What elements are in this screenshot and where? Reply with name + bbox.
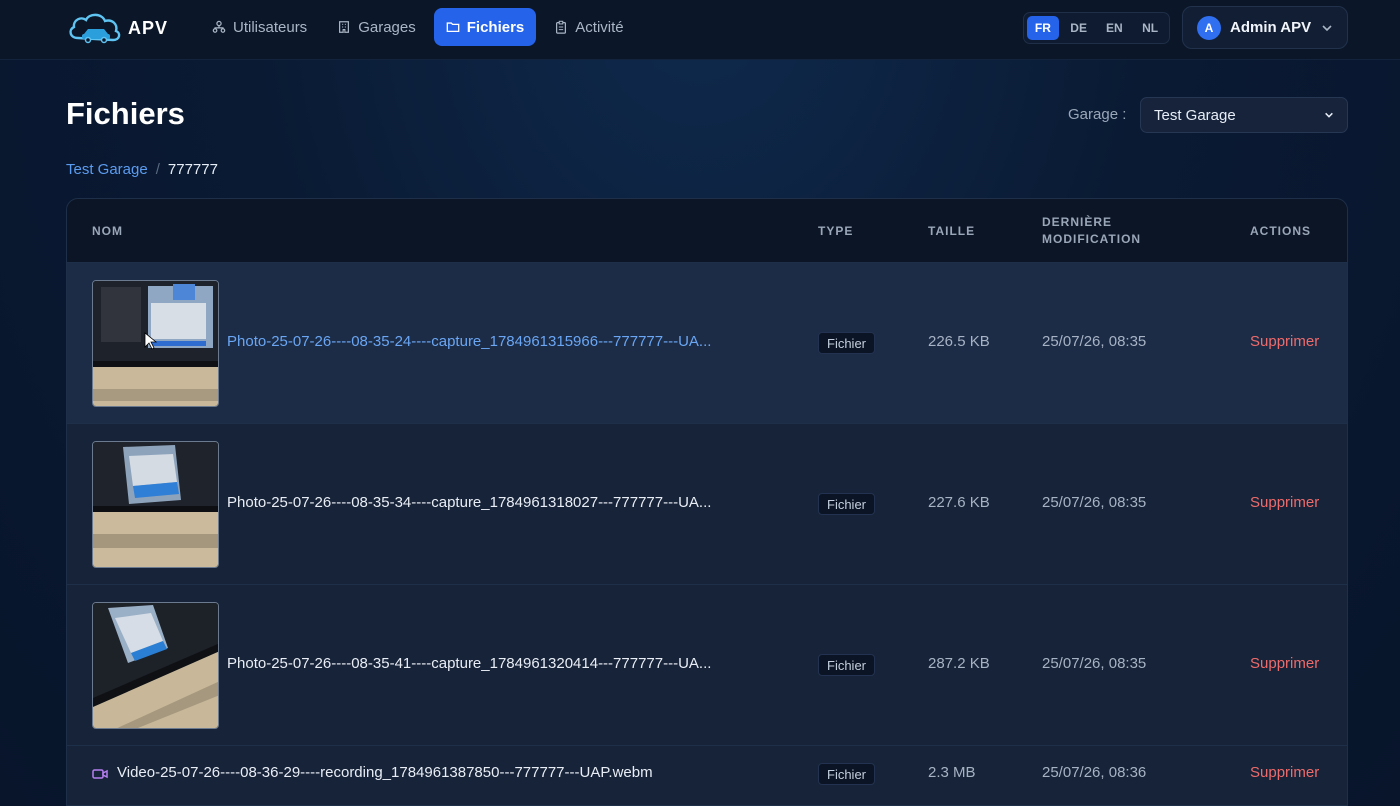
file-thumbnail[interactable]	[92, 602, 219, 729]
file-name-link[interactable]: Video-25-07-26----08-36-29----recording_…	[117, 764, 653, 781]
nav-label: Fichiers	[466, 18, 525, 36]
garage-select-value: Test Garage	[1154, 106, 1236, 124]
users-icon	[212, 20, 226, 33]
folder-icon	[446, 22, 460, 33]
chevron-down-icon	[1325, 112, 1333, 118]
table-row[interactable]: Photo-25-07-26----08-35-24----capture_17…	[67, 263, 1347, 424]
files-table: NOM TYPE TAILLE DERNIÈRE MODIFICATION AC…	[66, 198, 1348, 806]
file-modified: 25/07/26, 08:35	[1042, 333, 1147, 350]
lang-de-button[interactable]: DE	[1063, 16, 1095, 40]
breadcrumb-current: 777777	[167, 161, 218, 178]
cloud-car-logo-icon	[69, 13, 121, 44]
user-name: Admin APV	[1230, 19, 1312, 36]
file-type-badge: Fichier	[818, 654, 876, 676]
file-name-link[interactable]: Photo-25-07-26----08-35-34----capture_17…	[227, 494, 711, 511]
delete-button[interactable]: Supprimer	[1250, 655, 1319, 672]
breadcrumb: Test Garage / 777777	[66, 161, 218, 178]
apv-logo[interactable]: APV	[66, 8, 176, 48]
breadcrumb-separator: /	[155, 161, 160, 178]
file-thumbnail[interactable]	[92, 280, 219, 407]
file-name-link[interactable]: Photo-25-07-26----08-35-24----capture_17…	[227, 333, 711, 350]
file-type-badge: Fichier	[818, 332, 876, 354]
nav-label: Utilisateurs	[233, 18, 308, 36]
table-row[interactable]: Video-25-07-26----08-36-29----recording_…	[67, 746, 1347, 806]
file-size: 226.5 KB	[928, 333, 990, 350]
lang-fr-button[interactable]: FR	[1027, 16, 1059, 40]
nav-item-fichiers[interactable]: Fichiers	[433, 8, 537, 46]
column-header-actions: ACTIONS	[1250, 224, 1311, 238]
nav-item-garages[interactable]: Garages	[325, 8, 428, 46]
delete-button[interactable]: Supprimer	[1250, 494, 1319, 511]
main-nav: Utilisateurs Garages Fichiers Activité	[200, 8, 636, 46]
column-header-modified-line2: MODIFICATION	[1042, 232, 1142, 246]
file-size: 227.6 KB	[928, 494, 990, 511]
column-header-type: TYPE	[818, 224, 854, 238]
user-menu-button[interactable]: A Admin APV	[1182, 6, 1348, 49]
column-header-modified-line1: DERNIÈRE	[1042, 215, 1113, 229]
file-type-badge: Fichier	[818, 493, 876, 515]
building-icon	[339, 21, 350, 33]
garage-filter-label: Garage :	[1068, 106, 1127, 123]
delete-button[interactable]: Supprimer	[1250, 333, 1319, 350]
brand-name: APV	[128, 17, 169, 38]
top-navbar: APV Utilisateurs Garages Fichiers Activi…	[0, 0, 1400, 60]
column-header-modified: DERNIÈRE MODIFICATION	[1042, 214, 1141, 248]
breadcrumb-root-link[interactable]: Test Garage	[66, 161, 148, 178]
nav-item-activite[interactable]: Activité	[542, 8, 635, 46]
delete-button[interactable]: Supprimer	[1250, 764, 1319, 781]
chevron-down-icon	[1322, 24, 1332, 31]
nav-label: Activité	[575, 18, 624, 36]
column-header-size: TAILLE	[928, 224, 976, 238]
file-modified: 25/07/26, 08:35	[1042, 494, 1147, 511]
avatar: A	[1197, 15, 1221, 40]
photo-thumbnail-image	[93, 603, 218, 728]
table-header: NOM TYPE TAILLE DERNIÈRE MODIFICATION AC…	[67, 199, 1347, 263]
file-name-link[interactable]: Photo-25-07-26----08-35-41----capture_17…	[227, 655, 711, 672]
file-type-badge: Fichier	[818, 763, 876, 785]
photo-thumbnail-image	[93, 281, 218, 406]
video-camera-icon	[92, 769, 108, 779]
page-title: Fichiers	[66, 96, 185, 131]
file-thumbnail[interactable]	[92, 441, 219, 568]
nav-item-utilisateurs[interactable]: Utilisateurs	[200, 8, 319, 46]
garage-select[interactable]: Test Garage	[1140, 97, 1348, 133]
language-switcher: FR DE EN NL	[1023, 12, 1170, 44]
lang-nl-button[interactable]: NL	[1134, 16, 1166, 40]
column-header-name: NOM	[92, 224, 123, 238]
table-row[interactable]: Photo-25-07-26----08-35-41----capture_17…	[67, 585, 1347, 746]
file-size: 287.2 KB	[928, 655, 990, 672]
file-modified: 25/07/26, 08:36	[1042, 764, 1147, 781]
lang-en-button[interactable]: EN	[1099, 16, 1131, 40]
nav-label: Garages	[358, 18, 416, 36]
table-row[interactable]: Photo-25-07-26----08-35-34----capture_17…	[67, 424, 1347, 585]
file-modified: 25/07/26, 08:35	[1042, 655, 1147, 672]
photo-thumbnail-image	[93, 442, 218, 567]
clipboard-icon	[556, 20, 567, 34]
file-size: 2.3 MB	[928, 764, 976, 781]
